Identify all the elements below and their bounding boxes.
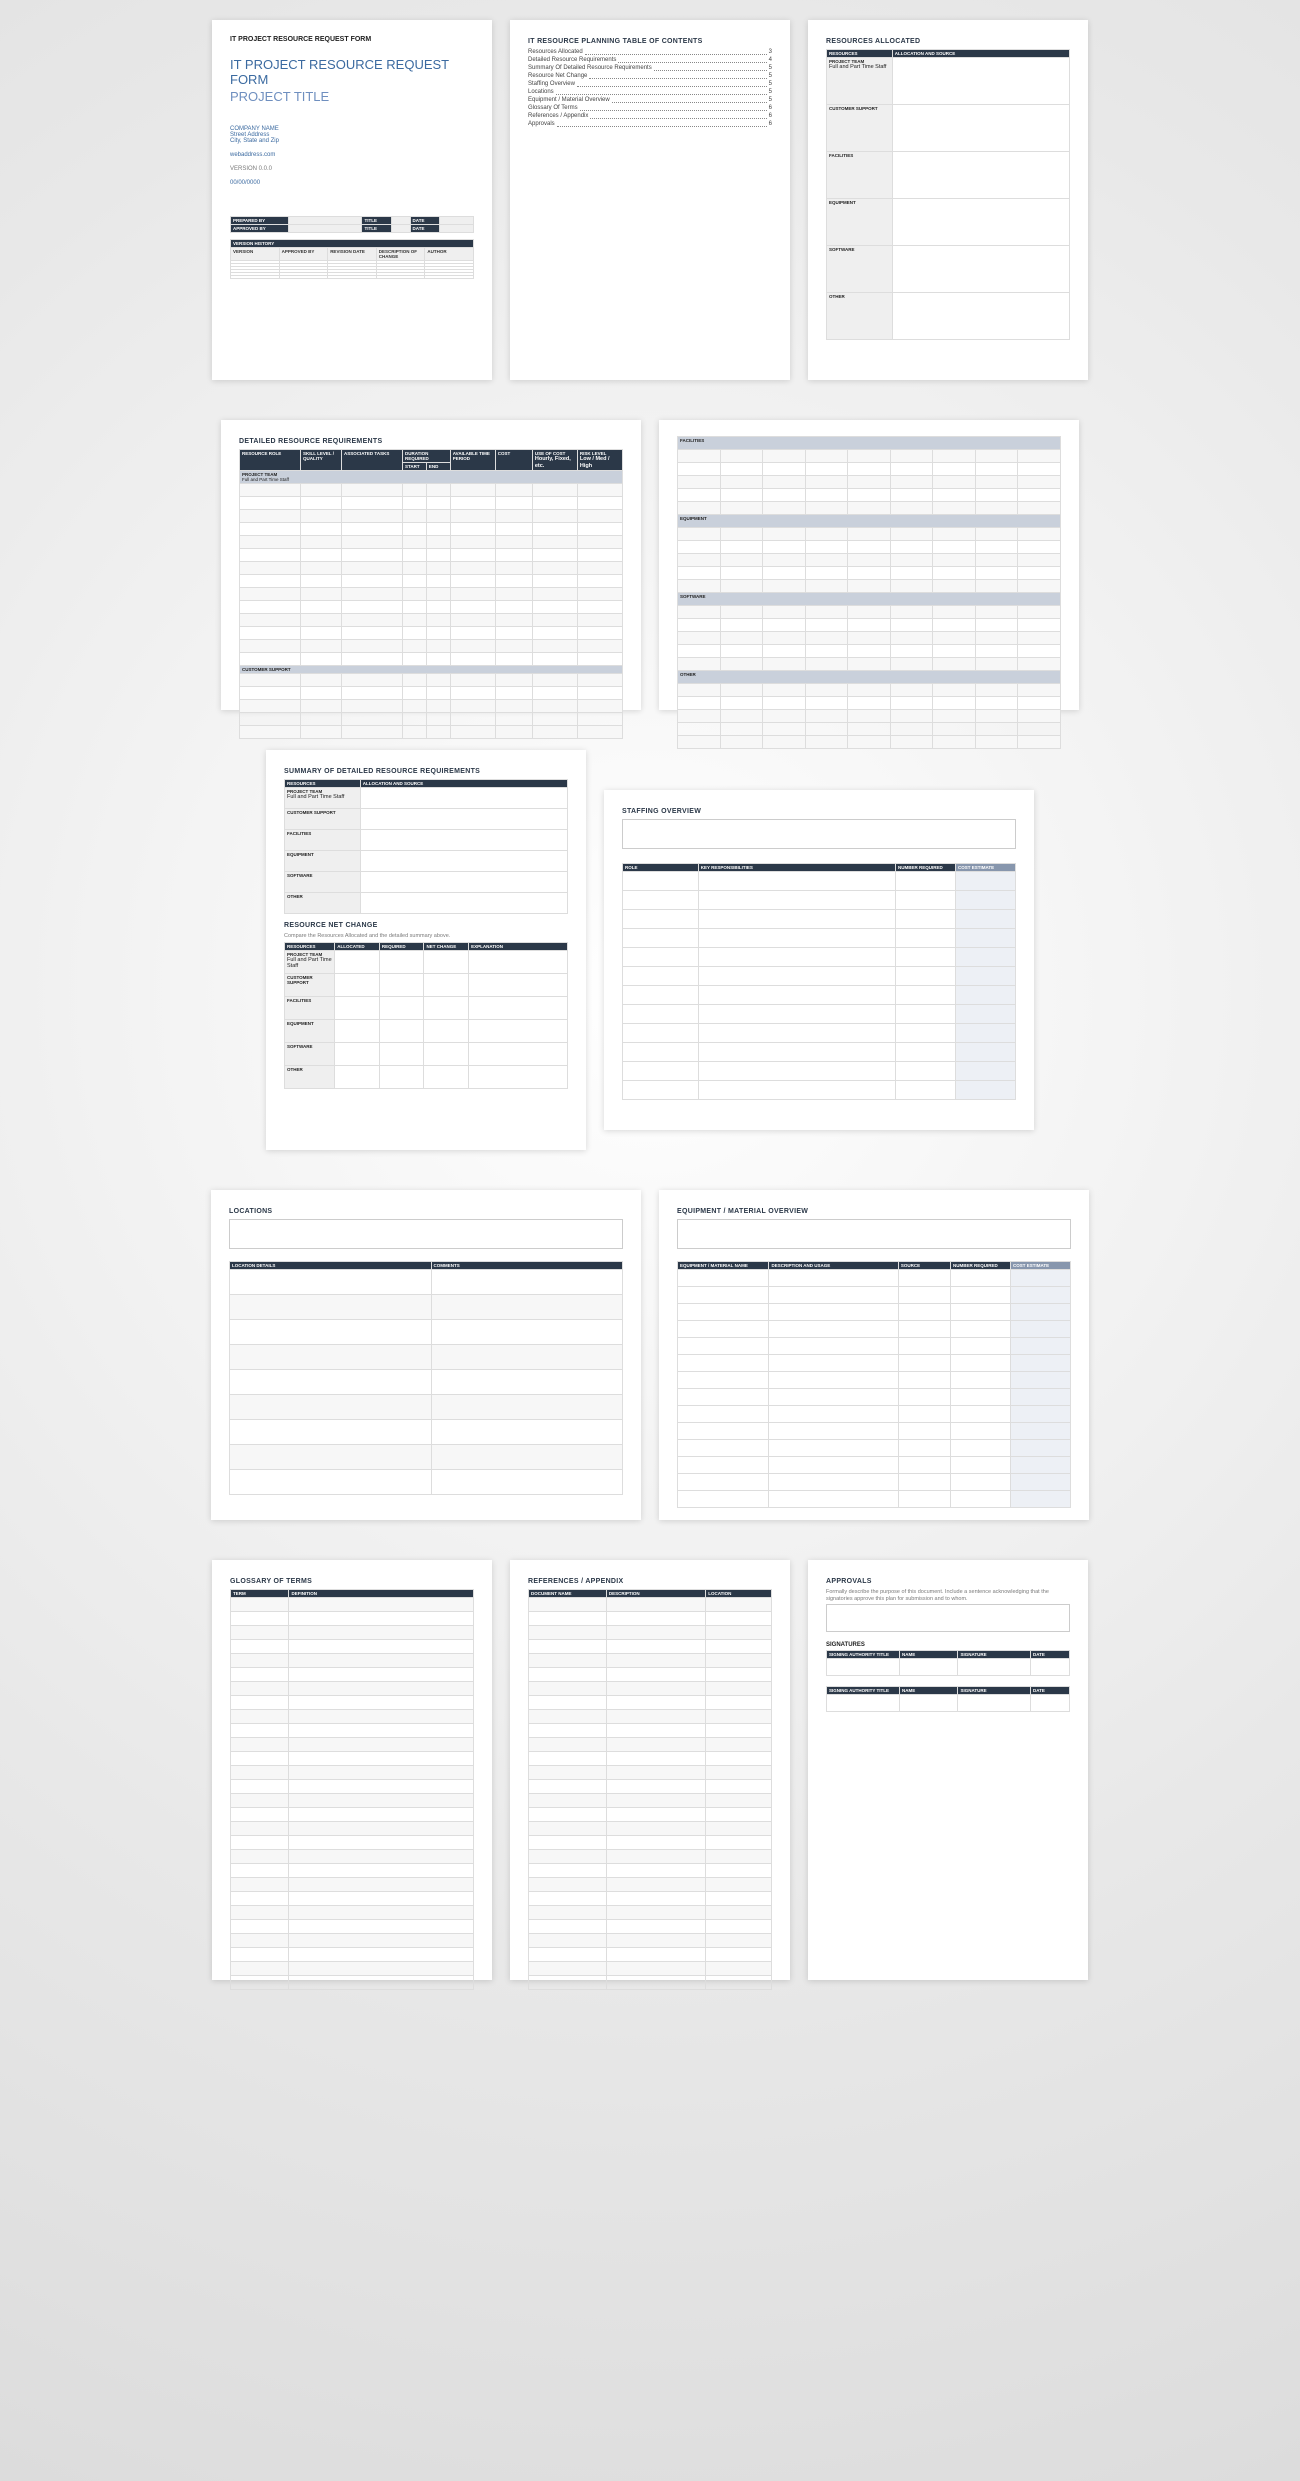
page-equipment: EQUIPMENT / MATERIAL OVERVIEW EQUIPMENT …: [659, 1190, 1089, 1520]
signatures-label: SIGNATURES: [826, 1642, 1070, 1648]
equipment-description-box: [677, 1219, 1071, 1249]
toc-row: Resource Net Change5: [528, 73, 772, 79]
netchange-subtitle: Compare the Resources Allocated and the …: [284, 933, 568, 940]
toc-row: Approvals6: [528, 121, 772, 127]
page-toc: IT RESOURCE PLANNING TABLE OF CONTENTS R…: [510, 20, 790, 380]
toc-row: Staffing Overview5: [528, 81, 772, 87]
references-table: DOCUMENT NAMEDESCRIPTIONLOCATION: [528, 1589, 772, 1990]
page-cover: IT PROJECT RESOURCE REQUEST FORM IT PROJ…: [212, 20, 492, 380]
doc-title: IT PROJECT RESOURCE REQUEST FORM: [230, 57, 474, 87]
section-title: APPROVALS: [826, 1578, 1070, 1585]
page-approvals: APPROVALS Formally describe the purpose …: [808, 1560, 1088, 1980]
page-resources-allocated: RESOURCES ALLOCATED RESOURCESALLOCATION …: [808, 20, 1088, 380]
toc-row: References / Appendix6: [528, 113, 772, 119]
detailed-req-table: RESOURCE ROLE SKILL LEVEL / QUALITY ASSO…: [239, 449, 623, 739]
equipment-table: EQUIPMENT / MATERIAL NAME DESCRIPTION AN…: [677, 1261, 1071, 1508]
toc-list: Resources Allocated3 Detailed Resource Re…: [528, 49, 772, 127]
version-history-table: VERSION HISTORY VERSION APPROVED BY REVI…: [230, 239, 474, 279]
section-title-netchange: RESOURCE NET CHANGE: [284, 922, 568, 929]
prepared-by-table: PREPARED BYTITLEDATE APPROVED BYTITLEDAT…: [230, 216, 474, 233]
toc-row: Resources Allocated3: [528, 49, 772, 55]
section-title: GLOSSARY OF TERMS: [230, 1578, 474, 1585]
approvals-desc: Formally describe the purpose of this do…: [826, 1589, 1070, 1602]
section-title: EQUIPMENT / MATERIAL OVERVIEW: [677, 1208, 1071, 1215]
netchange-table: RESOURCES ALLOCATED REQUIRED NET CHANGE …: [284, 942, 568, 1089]
section-title: LOCATIONS: [229, 1208, 623, 1215]
section-title: RESOURCES ALLOCATED: [826, 38, 1070, 45]
page-locations: LOCATIONS LOCATION DETAILSCOMMENTS: [211, 1190, 641, 1520]
section-title-summary: SUMMARY OF DETAILED RESOURCE REQUIREMENT…: [284, 768, 568, 775]
section-title: STAFFING OVERVIEW: [622, 808, 1016, 815]
locations-table: LOCATION DETAILSCOMMENTS: [229, 1261, 623, 1495]
page-detailed-requirements: DETAILED RESOURCE REQUIREMENTS RESOURCE …: [221, 420, 641, 710]
doc-header: IT PROJECT RESOURCE REQUEST FORM: [230, 36, 474, 43]
doc-subtitle: PROJECT TITLE: [230, 89, 474, 104]
toc-row: Equipment / Material Overview5: [528, 97, 772, 103]
approvals-purpose-box: [826, 1604, 1070, 1632]
toc-row: Detailed Resource Requirements4: [528, 57, 772, 63]
resources-allocated-table: RESOURCESALLOCATION AND SOURCE PROJECT T…: [826, 49, 1070, 340]
glossary-table: TERMDEFINITION: [230, 1589, 474, 1990]
page-references: REFERENCES / APPENDIX DOCUMENT NAMEDESCR…: [510, 1560, 790, 1980]
toc-title: IT RESOURCE PLANNING TABLE OF CONTENTS: [528, 38, 772, 45]
locations-description-box: [229, 1219, 623, 1249]
detailed-req-table-cont: FACILITIESEQUIPMENTSOFTWAREOTHER: [677, 436, 1061, 749]
staffing-description-box: [622, 819, 1016, 849]
page-staffing: STAFFING OVERVIEW ROLE KEY RESPONSIBILIT…: [604, 790, 1034, 1130]
page-glossary: GLOSSARY OF TERMS TERMDEFINITION: [212, 1560, 492, 1980]
page-summary-netchange: SUMMARY OF DETAILED RESOURCE REQUIREMENT…: [266, 750, 586, 1150]
page-detailed-requirements-2: FACILITIESEQUIPMENTSOFTWAREOTHER: [659, 420, 1079, 710]
toc-row: Summary Of Detailed Resource Requirement…: [528, 65, 772, 71]
toc-row: Locations5: [528, 89, 772, 95]
staffing-table: ROLE KEY RESPONSIBILITIES NUMBER REQUIRE…: [622, 863, 1016, 1100]
signatures-table-1: SIGNING AUTHORITY TITLENAMESIGNATUREDATE: [826, 1650, 1070, 1676]
toc-row: Glossary Of Terms6: [528, 105, 772, 111]
section-title: REFERENCES / APPENDIX: [528, 1578, 772, 1585]
signatures-table-2: SIGNING AUTHORITY TITLENAMESIGNATUREDATE: [826, 1686, 1070, 1712]
summary-table: RESOURCESALLOCATION AND SOURCE PROJECT T…: [284, 779, 568, 914]
section-title: DETAILED RESOURCE REQUIREMENTS: [239, 438, 623, 445]
